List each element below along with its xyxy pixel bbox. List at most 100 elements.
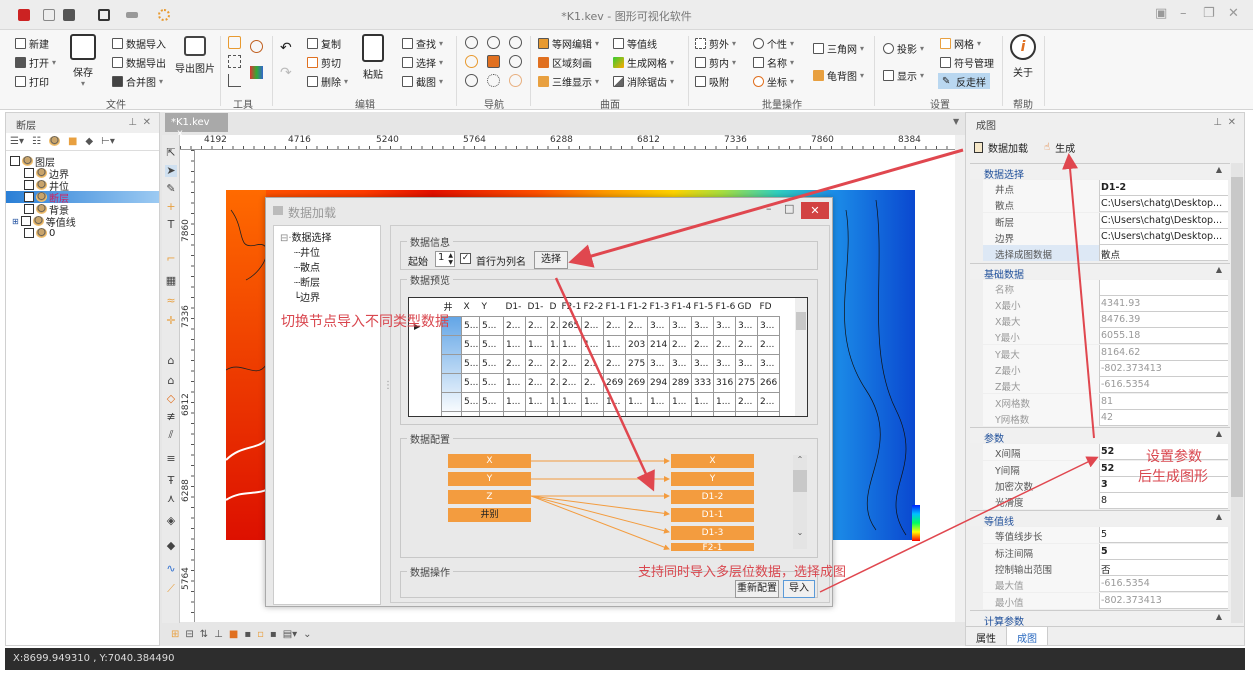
property-row[interactable]: 名称 [983, 279, 1228, 296]
property-row[interactable]: 等值线步长 5 [983, 527, 1228, 544]
paste-button[interactable]: 粘贴 [362, 34, 384, 81]
table-cell[interactable]: 5... [461, 372, 480, 393]
table-cell[interactable]: 3... [691, 353, 714, 374]
table-cell[interactable]: 3... [735, 353, 758, 374]
antialias-toggle[interactable]: ✎ 反走样 [938, 73, 990, 89]
table-cell[interactable]: 3... [735, 410, 758, 416]
angle-tool-icon[interactable] [228, 74, 241, 87]
table-cell[interactable]: 1... [669, 391, 692, 412]
property-value[interactable]: 8164.62 [1101, 347, 1226, 358]
select-file-button[interactable]: 选择 [534, 251, 568, 269]
table-cell[interactable] [441, 372, 462, 393]
table-cell[interactable]: 2... [625, 410, 648, 416]
property-row[interactable]: Z最小 -802.373413 [983, 361, 1228, 377]
table-cell[interactable]: 2... [625, 315, 648, 336]
property-row[interactable]: 边界 C:\Users\chatg\Desktop... [983, 228, 1228, 245]
pan-hand-icon[interactable] [465, 55, 478, 68]
bring-front-icon[interactable]: ■ [229, 629, 238, 640]
table-cell[interactable]: 2... [581, 353, 604, 374]
column-header[interactable]: F1-1 [604, 298, 626, 316]
property-row[interactable]: 最小值 -802.373413 [983, 592, 1228, 609]
table-cell[interactable]: 1... [603, 334, 626, 355]
redo-icon[interactable]: ↷ [280, 65, 292, 81]
tree-item-faults[interactable]: ┈断层 [294, 274, 320, 289]
find-button[interactable]: 查找 ▾ [402, 35, 443, 51]
colormap-icon[interactable] [250, 66, 263, 79]
add-point-icon[interactable]: + [165, 201, 177, 213]
3d-view-button[interactable]: 三维显示 ▾ [538, 73, 599, 89]
property-value[interactable]: C:\Users\chatg\Desktop... [1101, 231, 1226, 242]
table-cell[interactable]: 3... [713, 410, 736, 416]
export-image-button[interactable]: 导出图片 [175, 36, 215, 75]
scroll-thumb[interactable] [796, 312, 806, 330]
table-cell[interactable]: 1... [503, 334, 526, 355]
header-row-checkbox[interactable]: ✓ [460, 253, 471, 264]
table-cell[interactable]: 1... [581, 391, 604, 412]
refresh-icon[interactable] [465, 74, 478, 87]
curve-icon[interactable]: ⌐ [165, 253, 177, 265]
well-icon[interactable]: ⋏ [165, 493, 177, 505]
about-button[interactable]: i 关于 [1010, 34, 1036, 79]
table-cell[interactable]: 214 [647, 334, 670, 355]
coord-button[interactable]: 坐标 ▾ [753, 73, 794, 89]
region-button[interactable]: 区域刻画 [538, 54, 592, 70]
snap-checkbox[interactable]: 吸附 [695, 73, 729, 89]
more-icon[interactable]: ⌄ [303, 629, 311, 640]
collapse-caret-icon[interactable]: ▲ [1216, 512, 1222, 521]
check-all-icon[interactable]: ☰▾ [10, 136, 24, 147]
column-header[interactable]: F1-2 [626, 298, 648, 316]
table-cell[interactable]: 5... [479, 391, 504, 412]
table-cell[interactable]: 265 [559, 315, 582, 336]
table-cell[interactable] [441, 334, 462, 355]
table-cell[interactable]: 333 [691, 372, 714, 393]
table-cell[interactable]: 5... [461, 315, 480, 336]
table-cell[interactable]: 5... [479, 372, 504, 393]
undo-icon[interactable]: ↶ [280, 40, 292, 56]
select-tool-icon[interactable] [228, 36, 241, 49]
zoom-extent-icon[interactable] [509, 36, 522, 49]
zoom-window-icon[interactable] [509, 55, 522, 68]
zoom-fit-icon[interactable] [487, 55, 500, 68]
property-row[interactable]: X最小 4341.93 [983, 295, 1228, 312]
hatch2-icon[interactable]: ⫽ [165, 429, 177, 441]
rect-select-icon[interactable] [228, 55, 241, 68]
table-cell[interactable]: 5... [461, 353, 480, 374]
grid-edit-button[interactable]: 等网编辑 ▾ [538, 35, 599, 51]
property-value[interactable]: 否 [1101, 562, 1226, 576]
property-section-header[interactable]: 等值线 ▲ [970, 510, 1230, 528]
checkbox[interactable] [24, 204, 34, 214]
property-row[interactable]: 井点 D1-2 [983, 180, 1228, 196]
table-cell[interactable]: 3... [735, 315, 758, 336]
table-cell[interactable]: 2... [757, 334, 780, 355]
clip-inside-button[interactable]: 剪内 ▾ [695, 54, 736, 70]
source-field[interactable]: Z [448, 490, 531, 504]
property-value[interactable]: 8 [1101, 495, 1226, 506]
minimize-button[interactable]: – [1180, 6, 1187, 21]
checkbox[interactable] [24, 228, 34, 238]
dialog-minimize-button[interactable]: – [766, 202, 772, 215]
pointer-icon[interactable]: ➤ [165, 165, 177, 177]
table-cell[interactable]: 269 [625, 372, 648, 393]
polygon-icon[interactable]: ⌂ [165, 355, 177, 367]
close-icon[interactable]: ✕ [1228, 117, 1236, 128]
table-cell[interactable]: 3... [669, 410, 692, 416]
table-cell[interactable]: 1... [581, 334, 604, 355]
tin-button[interactable]: 三角网 ▾ [813, 40, 864, 56]
print-button[interactable]: 打印 [15, 73, 49, 89]
target-field[interactable]: D1-3 [671, 526, 754, 540]
grid-button[interactable]: 网格 ▾ [940, 35, 981, 51]
column-header[interactable]: F1-4 [670, 298, 692, 316]
property-value[interactable]: 8476.39 [1101, 314, 1226, 325]
config-scrollbar[interactable]: ⌃ ⌄ [793, 455, 807, 549]
table-cell[interactable]: 3... [713, 353, 736, 374]
column-header[interactable]: F2-2 [582, 298, 604, 316]
fault-line-icon[interactable]: ≡ [165, 453, 177, 465]
data-import-button[interactable]: 数据导入 [112, 35, 166, 51]
column-header[interactable]: D [548, 298, 560, 316]
target-field[interactable]: F2-1 [671, 543, 754, 551]
table-cell[interactable]: 1... [503, 372, 526, 393]
table-cell[interactable]: 1... [625, 391, 648, 412]
table-cell[interactable]: 275 [735, 372, 758, 393]
table-cell[interactable]: 2... [559, 353, 582, 374]
new-button[interactable]: 新建 [15, 35, 49, 51]
